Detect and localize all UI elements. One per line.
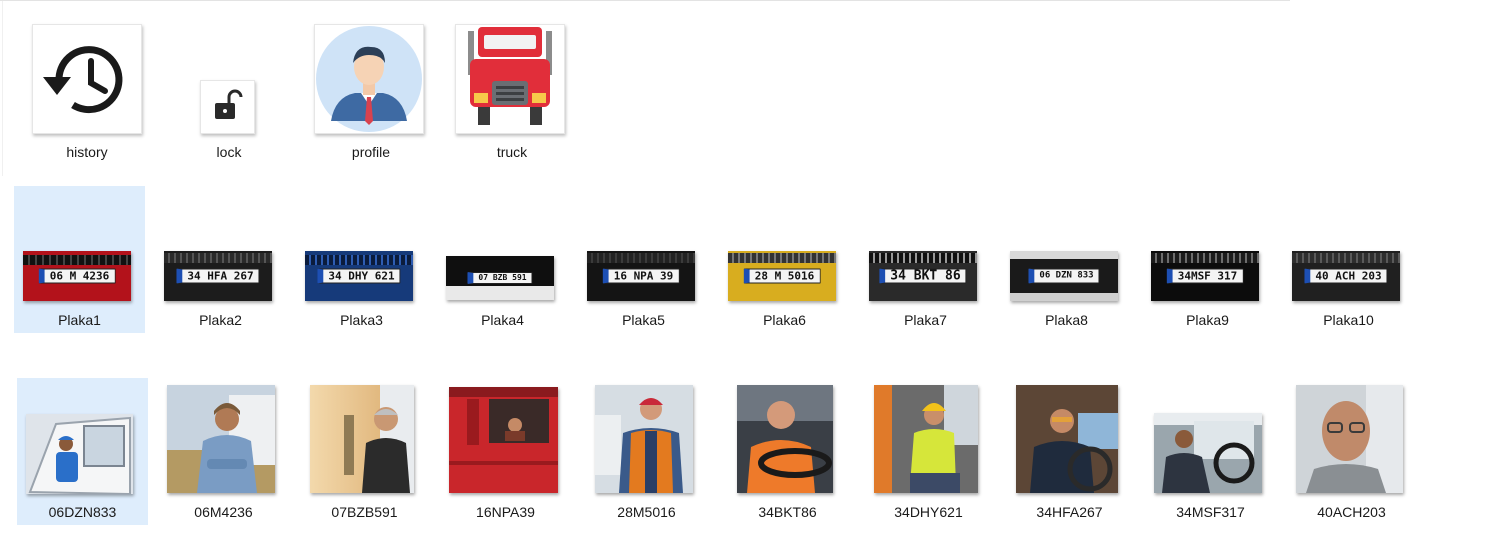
- top-divider: [0, 0, 1290, 1]
- file-plaka1[interactable]: 06 M 4236 Plaka1: [14, 186, 145, 333]
- plate-text: 06 DZN 833: [1028, 268, 1100, 284]
- file-plaka6[interactable]: 28 M 5016 Plaka6: [719, 186, 850, 333]
- file-profile[interactable]: profile: [308, 20, 434, 170]
- file-label: Plaka4: [481, 312, 524, 328]
- file-plaka8[interactable]: 06 DZN 833 Plaka8: [1001, 186, 1132, 333]
- file-plaka4[interactable]: 07 BZB 591 Plaka4: [437, 186, 568, 333]
- plate-text: 34MSF 317: [1166, 268, 1244, 284]
- file-label: 07BZB591: [331, 504, 398, 520]
- file-label: 16NPA39: [476, 504, 535, 520]
- file-label: 40ACH203: [1317, 504, 1386, 520]
- plate-thumbnail: 06 DZN 833: [1010, 251, 1118, 301]
- lock-icon: [200, 80, 255, 134]
- driver-photo: [1296, 385, 1403, 493]
- file-plaka10[interactable]: 40 ACH 203 Plaka10: [1283, 186, 1414, 333]
- file-label: 06DZN833: [48, 504, 117, 520]
- plate-thumbnail: 06 M 4236: [23, 251, 131, 301]
- plate-thumbnail: 34 HFA 267: [164, 251, 272, 301]
- file-label: profile: [351, 144, 391, 160]
- driver-photo: [449, 387, 558, 493]
- truck-icon: [455, 24, 565, 134]
- file-label: 34DHY621: [894, 504, 963, 520]
- file-label: 06M4236: [194, 504, 253, 520]
- file-label: Plaka5: [622, 312, 665, 328]
- file-34msf317[interactable]: 34MSF317: [1145, 378, 1276, 525]
- plate-text: 34 BKT 86: [879, 268, 967, 284]
- file-label: Plaka10: [1323, 312, 1374, 328]
- history-icon: [32, 24, 142, 134]
- file-06dzn833[interactable]: 06DZN833: [17, 378, 148, 525]
- file-lock[interactable]: lock: [166, 20, 292, 170]
- plate-thumbnail: 28 M 5016: [728, 251, 836, 301]
- plate-thumbnail: 34 BKT 86: [869, 251, 977, 301]
- left-divider: [2, 1, 3, 176]
- plate-text: 16 NPA 39: [602, 268, 680, 284]
- driver-photo: [310, 385, 414, 493]
- file-label: Plaka8: [1045, 312, 1088, 328]
- plate-thumbnail: 07 BZB 591: [446, 256, 554, 300]
- driver-photo: [737, 385, 833, 493]
- file-label: lock: [216, 144, 242, 160]
- plate-thumbnail: 40 ACH 203: [1292, 251, 1400, 301]
- file-label: Plaka6: [763, 312, 806, 328]
- driver-photo: [1154, 413, 1262, 493]
- file-label: Plaka3: [340, 312, 383, 328]
- file-28m5016[interactable]: 28M5016: [581, 378, 712, 525]
- file-label: Plaka2: [199, 312, 242, 328]
- file-07bzb591[interactable]: 07BZB591: [299, 378, 430, 525]
- file-plaka5[interactable]: 16 NPA 39 Plaka5: [578, 186, 709, 333]
- file-label: history: [66, 144, 108, 160]
- driver-photo: [1016, 385, 1118, 493]
- file-plaka9[interactable]: 34MSF 317 Plaka9: [1142, 186, 1273, 333]
- file-label: Plaka7: [904, 312, 947, 328]
- file-truck[interactable]: truck: [449, 20, 575, 170]
- driver-photo: [167, 385, 275, 493]
- file-plaka3[interactable]: 34 DHY 621 Plaka3: [296, 186, 427, 333]
- driver-photo: [26, 414, 133, 494]
- file-label: 34BKT86: [758, 504, 817, 520]
- plate-text: 28 M 5016: [743, 268, 821, 284]
- file-label: truck: [496, 144, 528, 160]
- plate-thumbnail: 34 DHY 621: [305, 251, 413, 301]
- plate-text: 34 DHY 621: [317, 268, 401, 284]
- file-label: 34MSF317: [1176, 504, 1245, 520]
- file-label: Plaka1: [58, 312, 101, 328]
- plate-thumbnail: 34MSF 317: [1151, 251, 1259, 301]
- file-label: Plaka9: [1186, 312, 1229, 328]
- driver-photo: [874, 385, 978, 493]
- plate-text: 06 M 4236: [38, 268, 116, 284]
- file-34hfa267[interactable]: 34HFA267: [1004, 378, 1135, 525]
- file-plaka2[interactable]: 34 HFA 267 Plaka2: [155, 186, 286, 333]
- file-16npa39[interactable]: 16NPA39: [440, 378, 571, 525]
- file-label: 28M5016: [617, 504, 676, 520]
- file-history[interactable]: history: [24, 20, 150, 170]
- plate-text: 40 ACH 203: [1304, 268, 1388, 284]
- plate-text: 07 BZB 591: [467, 272, 533, 284]
- file-06m4236[interactable]: 06M4236: [158, 378, 289, 525]
- file-34bkt86[interactable]: 34BKT86: [722, 378, 853, 525]
- plate-text: 34 HFA 267: [176, 268, 260, 284]
- profile-icon: [314, 24, 424, 134]
- file-label: 34HFA267: [1036, 504, 1103, 520]
- file-plaka7[interactable]: 34 BKT 86 Plaka7: [860, 186, 991, 333]
- plate-thumbnail: 16 NPA 39: [587, 251, 695, 301]
- driver-photo: [595, 385, 693, 493]
- file-34dhy621[interactable]: 34DHY621: [863, 378, 994, 525]
- file-40ach203[interactable]: 40ACH203: [1286, 378, 1417, 525]
